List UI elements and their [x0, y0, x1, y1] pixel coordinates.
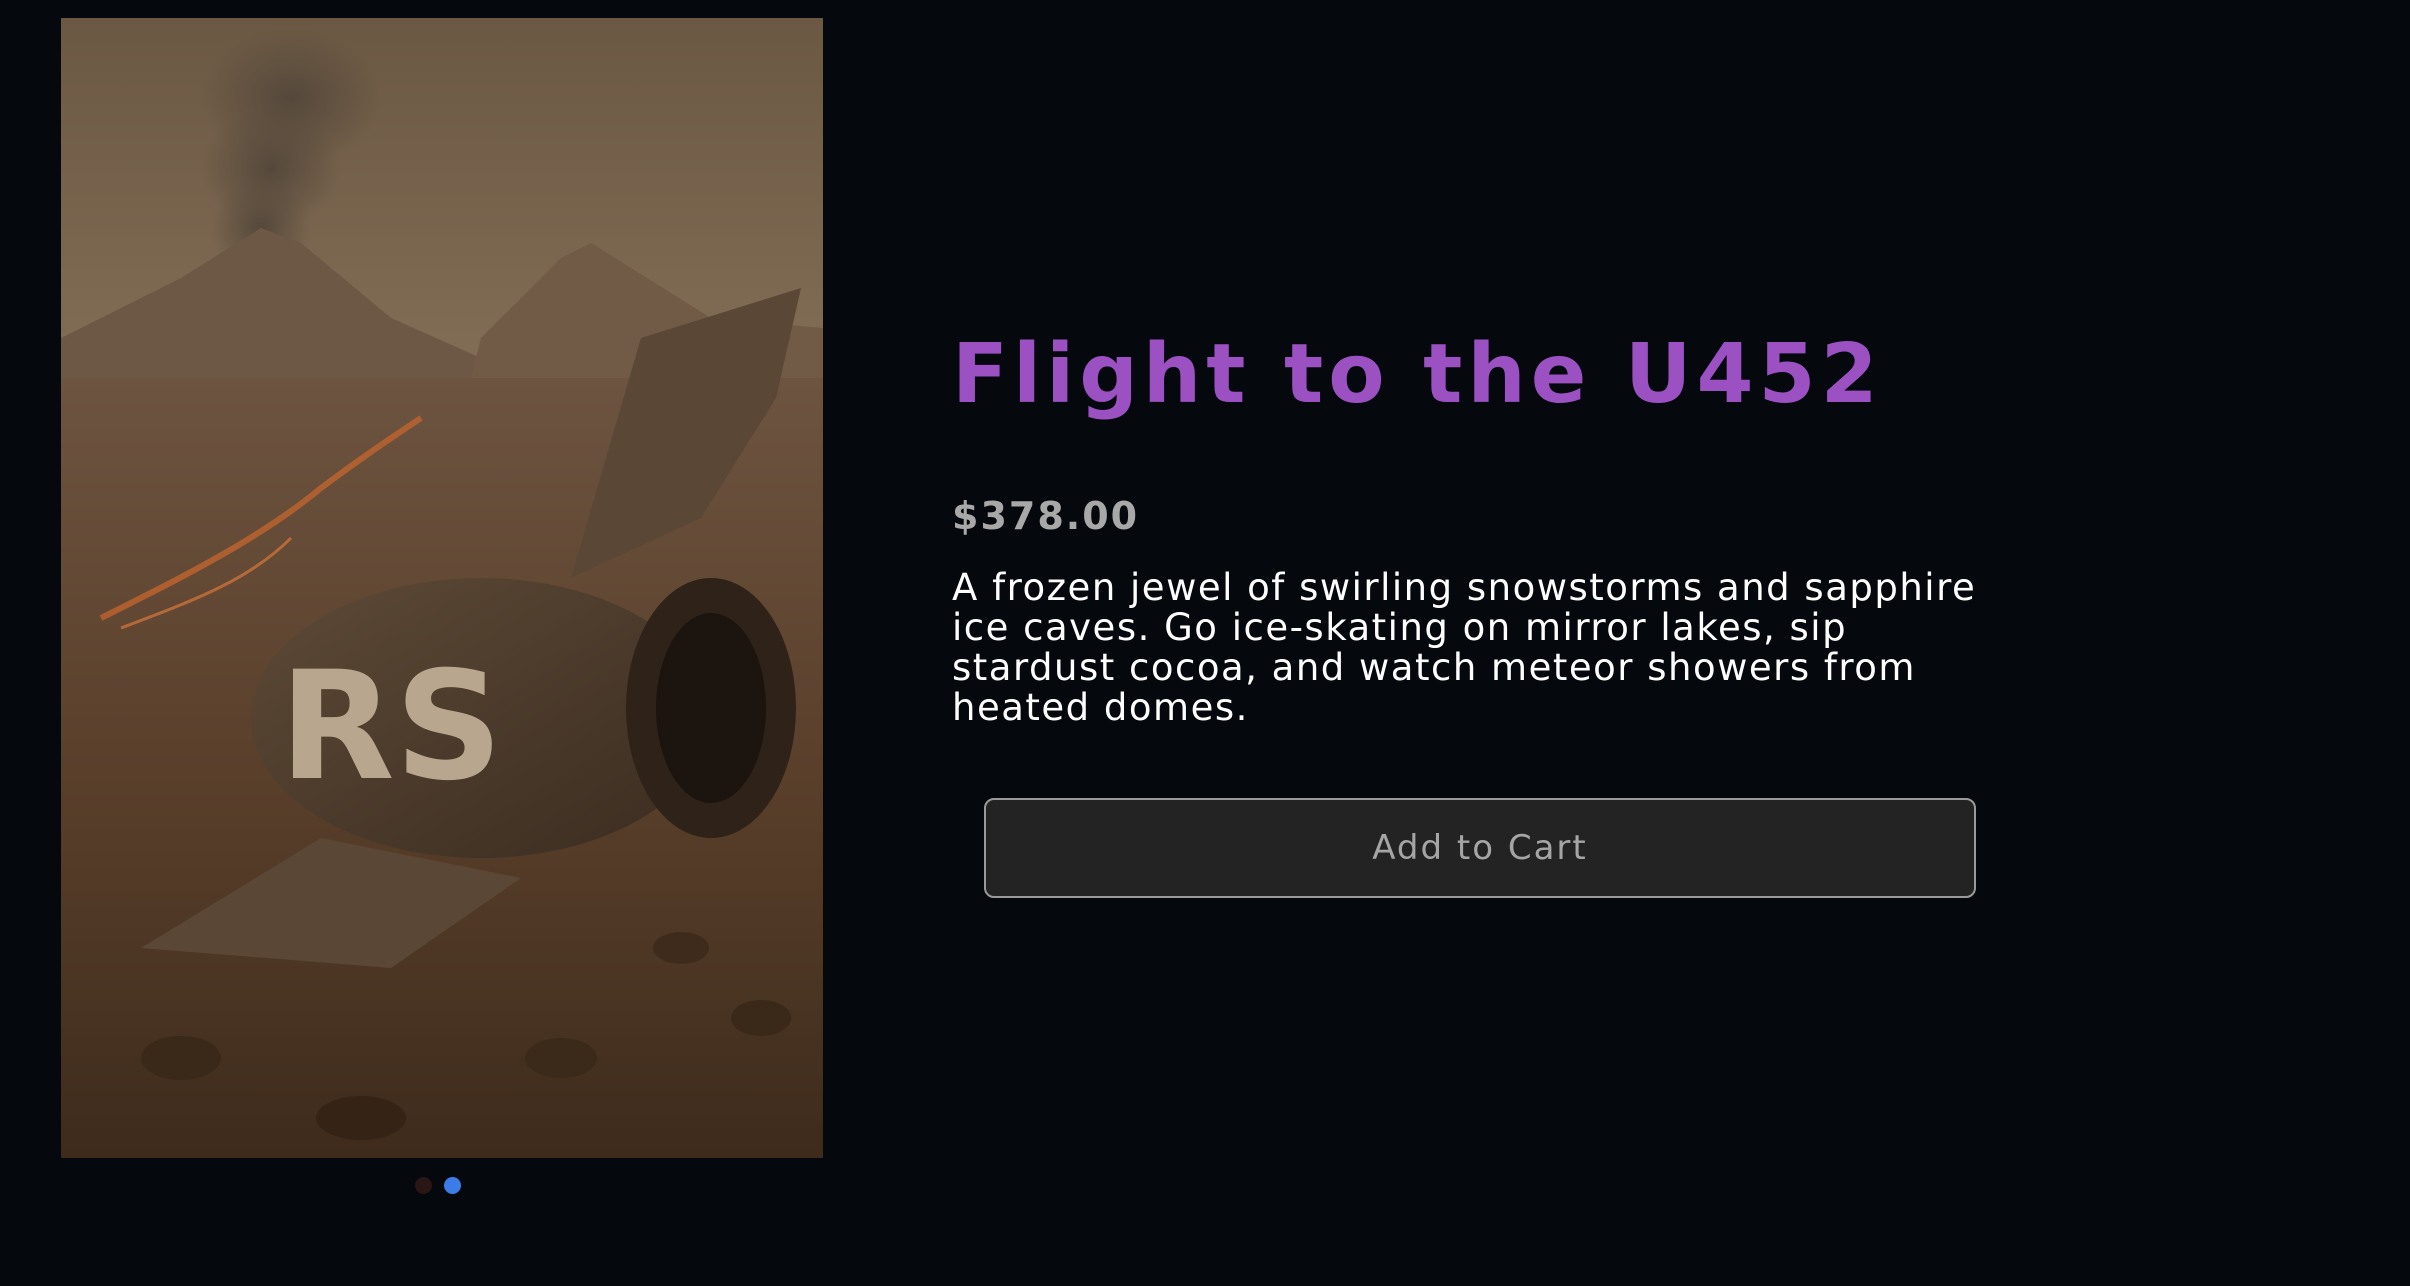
gallery-pagination	[415, 1177, 461, 1194]
product-description: A frozen jewel of swirling snowstorms an…	[952, 566, 1977, 729]
gallery-dot-2[interactable]	[444, 1177, 461, 1194]
hull-logo-text: RS	[279, 640, 503, 814]
add-to-cart-button[interactable]: Add to Cart	[984, 798, 1976, 898]
gallery-dot-1[interactable]	[415, 1177, 432, 1194]
product-image: RS	[61, 18, 823, 1158]
product-price: $378.00	[952, 494, 1140, 538]
product-page: RS Flight to the U452 $378.00 A frozen j…	[0, 0, 2410, 1286]
product-info: Flight to the U452 $378.00 A frozen jewe…	[952, 320, 2012, 728]
product-title: Flight to the U452	[952, 327, 1883, 422]
product-image-gallery[interactable]: RS	[61, 18, 823, 1158]
